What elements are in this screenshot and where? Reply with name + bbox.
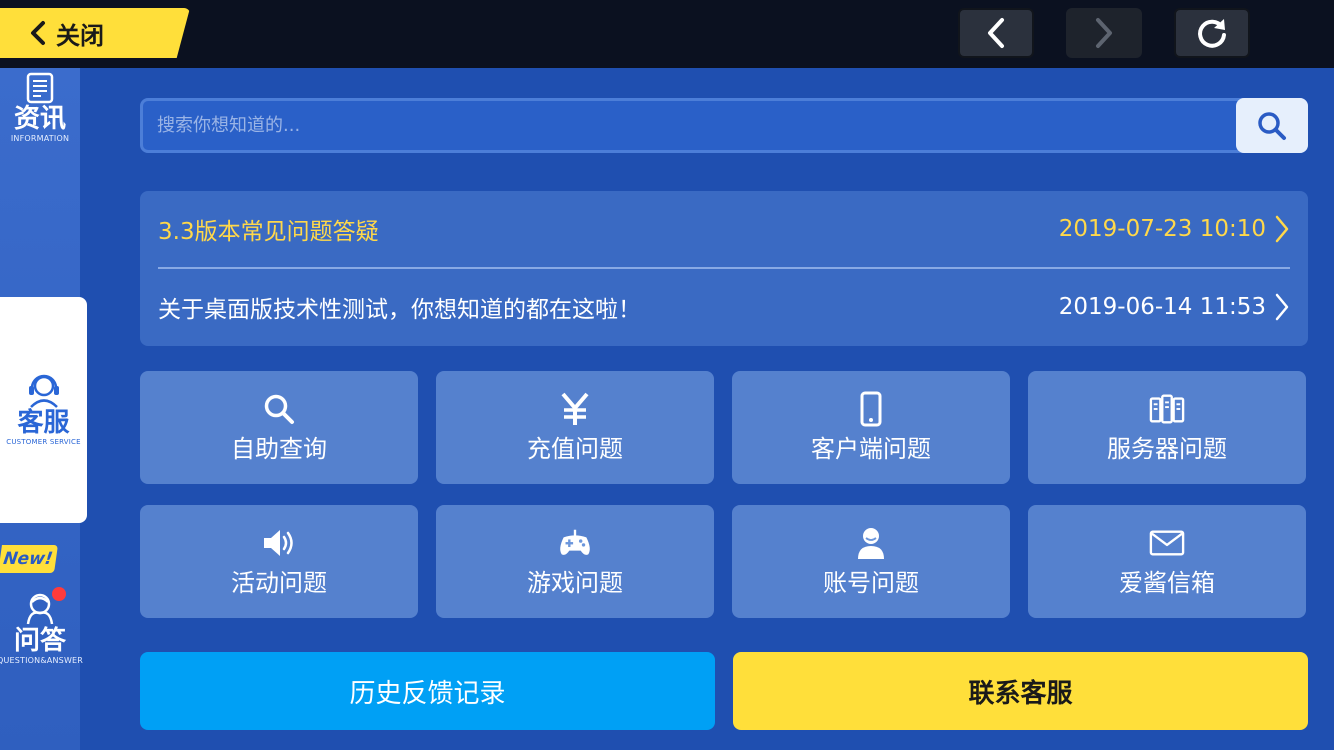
tile-event[interactable]: 活动问题 [140,505,418,618]
new-badge-label: New! [1,549,55,569]
history-feedback-label: 历史反馈记录 [349,678,506,709]
news-date-wrap: 2019-07-23 10:10 [1059,214,1290,244]
gamepad-icon [557,525,593,561]
sidebar-item-title: 客服 [17,408,70,438]
chevron-right-icon [1275,293,1289,321]
mail-icon [1149,525,1185,561]
news-title: 3.3版本常见问题答疑 [158,219,379,245]
search-icon [261,391,297,427]
contact-support-label: 联系客服 [968,678,1073,709]
new-badge: New! [0,545,58,573]
news-date: 2019-07-23 10:10 [1058,216,1266,242]
tile-recharge[interactable]: 充值问题 [436,371,714,484]
news-title: 关于桌面版技术性测试，你想知道的都在这啦！ [158,297,641,323]
contact-support-button[interactable]: 联系客服 [733,652,1308,730]
server-icon [1149,391,1185,427]
back-arrow-icon [988,18,1004,48]
refresh-button[interactable] [1174,8,1250,58]
document-icon [26,72,54,104]
history-feedback-button[interactable]: 历史反馈记录 [140,652,715,730]
sidebar-item-information[interactable]: 资讯 INFORMATION [0,72,80,143]
sidebar-item-title: 问答 [13,626,66,656]
tile-server[interactable]: 服务器问题 [1028,371,1306,484]
tile-label: 充值问题 [527,435,623,463]
tile-label: 自助查询 [231,435,327,463]
forward-arrow-icon [1096,18,1112,48]
tile-label: 客户端问题 [811,435,931,463]
forward-button[interactable] [1066,8,1142,58]
notification-dot [52,587,66,601]
tile-label: 账号问题 [823,569,919,597]
user-icon [853,525,889,561]
headset-icon [28,374,59,408]
search-button[interactable] [1236,98,1308,153]
tile-client[interactable]: 客户端问题 [732,371,1010,484]
sidebar-item-customer-service[interactable]: 客服 CUSTOMER SERVICE [0,372,87,446]
tile-label: 活动问题 [231,569,327,597]
phone-icon [853,391,889,427]
search-box [140,98,1308,153]
sidebar-item-question-answer[interactable]: 问答 QUESTION&ANSWER [0,590,84,665]
yen-icon [557,391,593,427]
top-bar: 关闭 [0,0,1334,68]
refresh-icon [1198,19,1226,48]
tile-game[interactable]: 游戏问题 [436,505,714,618]
news-panel: 3.3版本常见问题答疑 2019-07-23 10:10 关于桌面版技术性测试，… [140,191,1308,346]
sidebar-item-subtitle: QUESTION&ANSWER [0,656,84,665]
news-date: 2019-06-14 11:53 [1058,294,1266,320]
sidebar-item-subtitle: INFORMATION [10,134,70,143]
tile-account[interactable]: 账号问题 [732,505,1010,618]
back-button[interactable] [958,8,1034,58]
tile-label: 爱酱信箱 [1119,569,1215,597]
chevron-left-icon [31,21,45,45]
tile-label: 游戏问题 [527,569,623,597]
close-button[interactable]: 关闭 [0,8,190,58]
sidebar-item-title: 资讯 [13,104,66,134]
close-label: 关闭 [56,21,104,50]
news-date-wrap: 2019-06-14 11:53 [1059,292,1290,322]
news-item[interactable]: 3.3版本常见问题答疑 2019-07-23 10:10 [158,191,1290,267]
speaker-icon [261,525,297,561]
news-item[interactable]: 关于桌面版技术性测试，你想知道的都在这啦！ 2019-06-14 11:53 [158,269,1290,345]
search-input[interactable] [157,101,1227,150]
chevron-right-icon [1275,215,1289,243]
sidebar-item-subtitle: CUSTOMER SERVICE [6,438,81,446]
tile-label: 服务器问题 [1107,435,1227,463]
tile-self-service[interactable]: 自助查询 [140,371,418,484]
search-icon [1258,111,1286,140]
tile-mailbox[interactable]: 爱酱信箱 [1028,505,1306,618]
